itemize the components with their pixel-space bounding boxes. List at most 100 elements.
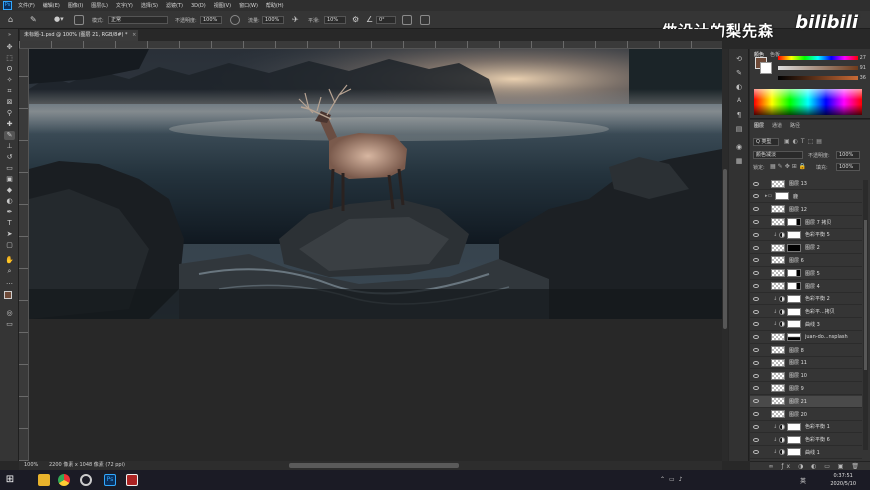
color-panel-icon[interactable]: ◉ — [734, 143, 744, 151]
tab-layers[interactable]: 图层 — [754, 122, 764, 129]
visibility-eye-icon[interactable] — [753, 412, 759, 417]
layer-row[interactable]: ↓ 曲线 3 — [750, 319, 862, 332]
layer-mask-thumbnail[interactable] — [787, 307, 801, 316]
layers-scrollbar[interactable] — [863, 180, 868, 450]
canvas-area[interactable] — [29, 49, 722, 461]
visibility-eye-icon[interactable] — [753, 194, 759, 199]
layer-mask-thumbnail[interactable] — [787, 282, 801, 291]
layer-mask-thumbnail[interactable] — [787, 269, 801, 278]
gradient-tool-icon[interactable]: ▣ — [4, 175, 15, 184]
saturation-value[interactable]: 91 — [860, 65, 866, 71]
close-tab-icon[interactable]: × — [132, 32, 136, 38]
layer-mask-thumbnail[interactable] — [787, 230, 801, 239]
color-spectrum[interactable] — [754, 89, 862, 115]
blur-tool-icon[interactable]: ◆ — [4, 186, 15, 195]
crop-tool-icon[interactable]: ⌗ — [4, 87, 15, 96]
group-folder-icon[interactable]: ▸▭ — [765, 193, 772, 199]
paragraph-panel-icon[interactable]: ¶ — [734, 111, 744, 119]
symmetry-icon[interactable] — [420, 15, 430, 25]
brightness-value[interactable]: 36 — [860, 75, 866, 81]
flow-field[interactable]: 100% — [262, 16, 284, 24]
hue-value[interactable]: 27 — [860, 55, 866, 61]
layers-footer-buttons[interactable]: ∞ ƒx ◑ ◐ ▭ ▣ 🗑 — [750, 461, 870, 470]
rectangle-tool-icon[interactable]: ▢ — [4, 241, 15, 250]
layer-thumbnail[interactable] — [771, 384, 785, 393]
type-tool-icon[interactable]: T — [4, 219, 15, 228]
layer-row[interactable]: ↓ 色彩平衡 1 — [750, 421, 862, 434]
lasso-tool-icon[interactable]: ʘ — [4, 65, 15, 74]
layer-mask-thumbnail[interactable] — [787, 422, 801, 431]
layer-row[interactable]: ▸▭ 鹿 — [750, 191, 862, 204]
zoom-level[interactable]: 100% — [24, 461, 38, 470]
windows-start-icon[interactable]: ⊞ — [4, 474, 16, 486]
pressure-size-icon[interactable] — [402, 15, 412, 25]
layer-row[interactable]: 图层 7 拷贝 — [750, 216, 862, 229]
more-tools-icon[interactable]: … — [4, 278, 15, 287]
visibility-eye-icon[interactable] — [753, 181, 759, 186]
vertical-scrollbar[interactable] — [722, 49, 728, 461]
visibility-eye-icon[interactable] — [753, 424, 759, 429]
zoom-tool-icon[interactable]: ⌕ — [4, 267, 15, 276]
swatches-panel-icon[interactable]: ▦ — [734, 157, 744, 165]
visibility-eye-icon[interactable] — [753, 207, 759, 212]
smoothing-field[interactable]: 10% — [324, 16, 346, 24]
visibility-eye-icon[interactable] — [753, 399, 759, 404]
layer-thumbnail[interactable] — [771, 333, 785, 342]
visibility-eye-icon[interactable] — [753, 271, 759, 276]
layer-thumbnail[interactable] — [771, 346, 785, 355]
visibility-eye-icon[interactable] — [753, 220, 759, 225]
ime-indicator[interactable]: 英 — [800, 476, 806, 485]
menu-file[interactable]: 文件(F) — [14, 2, 39, 9]
layer-row[interactable]: ↓ 色彩平...拷贝 — [750, 306, 862, 319]
menu-image[interactable]: 图像(I) — [64, 2, 87, 9]
menu-window[interactable]: 窗口(W) — [235, 2, 262, 9]
layer-thumbnail[interactable] — [771, 205, 785, 214]
fill-field[interactable]: 100% — [836, 163, 860, 171]
brush-tool-icon[interactable]: ✎ — [4, 131, 15, 140]
visibility-eye-icon[interactable] — [753, 322, 759, 327]
group-mask-thumbnail[interactable] — [775, 192, 789, 201]
layer-mask-thumbnail[interactable] — [787, 448, 801, 457]
layers-scroll-thumb[interactable] — [864, 220, 867, 370]
layer-thumbnail[interactable] — [771, 269, 785, 278]
brush-settings-panel-icon[interactable]: ✎ — [734, 69, 744, 77]
layer-mask-thumbnail[interactable] — [787, 320, 801, 329]
visibility-eye-icon[interactable] — [753, 284, 759, 289]
layer-row[interactable]: ↓ 曲线 1 — [750, 447, 862, 460]
layer-thumbnail[interactable] — [771, 410, 785, 419]
layer-row[interactable]: juan-do...nsplash — [750, 332, 862, 344]
menu-layer[interactable]: 图层(L) — [87, 2, 112, 9]
layer-row[interactable]: 图层 20 — [750, 408, 862, 421]
layer-row[interactable]: 图层 6 — [750, 255, 862, 268]
airbrush-icon[interactable]: ✈ — [292, 15, 299, 24]
opacity-field[interactable]: 100% — [200, 16, 222, 24]
layer-thumbnail[interactable] — [771, 282, 785, 291]
layer-opacity-field[interactable]: 100% — [836, 151, 860, 159]
layer-mask-thumbnail[interactable] — [787, 243, 801, 252]
visibility-eye-icon[interactable] — [753, 232, 759, 237]
screen-mode-icon[interactable]: ▭ — [4, 320, 15, 329]
layer-mask-thumbnail[interactable] — [787, 294, 801, 303]
document-tab[interactable]: 未标题-1.psd @ 100% (图层 21, RGB/8#) * × — [20, 30, 138, 41]
layer-row[interactable]: 图层 8 — [750, 344, 862, 357]
layer-row[interactable]: 图层 21 — [750, 395, 862, 408]
layer-mask-thumbnail[interactable] — [787, 435, 801, 444]
bg-color-swatch[interactable] — [760, 62, 772, 74]
lock-icons[interactable]: ▦✎✥⊞🔒 — [770, 163, 808, 170]
layer-thumbnail[interactable] — [771, 256, 785, 265]
vertical-ruler[interactable] — [19, 49, 29, 461]
layer-row[interactable]: ↓ 色彩平衡 5 — [750, 229, 862, 242]
visibility-eye-icon[interactable] — [753, 360, 759, 365]
layer-row[interactable]: 图层 13 — [750, 178, 862, 191]
menu-select[interactable]: 选择(S) — [137, 2, 162, 9]
brush-size-picker-icon[interactable]: ●▾ — [54, 15, 64, 23]
layer-row[interactable]: ↓ 色彩平衡 6 — [750, 434, 862, 447]
visibility-eye-icon[interactable] — [753, 386, 759, 391]
path-select-tool-icon[interactable]: ➤ — [4, 230, 15, 239]
smoothing-settings-gear-icon[interactable]: ⚙ — [352, 15, 359, 24]
visibility-eye-icon[interactable] — [753, 450, 759, 455]
layer-row[interactable]: 图层 2 — [750, 242, 862, 255]
layer-thumbnail[interactable] — [771, 179, 785, 188]
chrome-icon[interactable] — [58, 474, 70, 486]
app-icon[interactable] — [80, 474, 92, 486]
